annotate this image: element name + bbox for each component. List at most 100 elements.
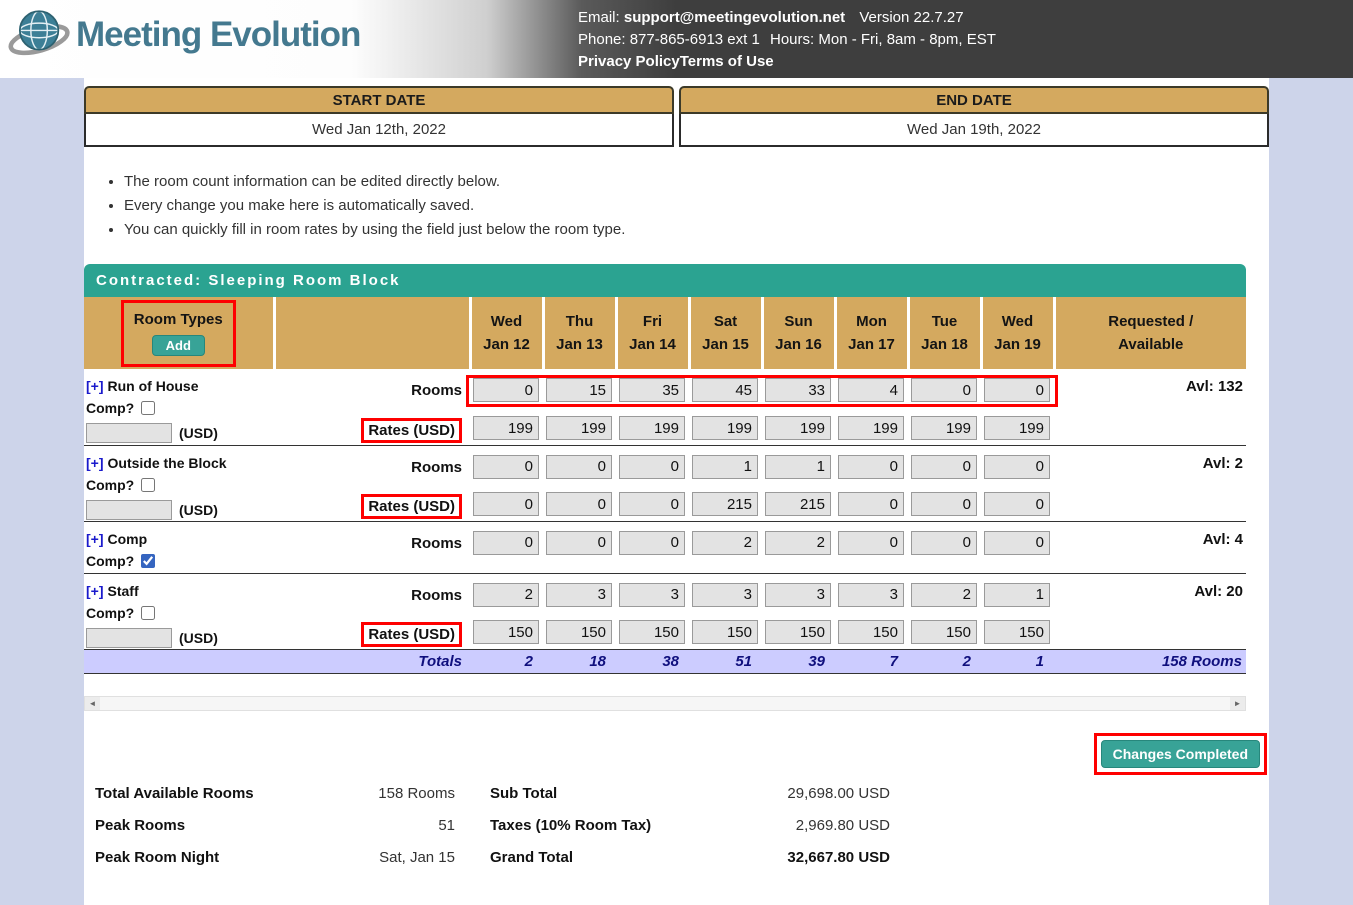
- room-count-input[interactable]: [765, 455, 831, 479]
- room-count-input[interactable]: [473, 455, 539, 479]
- room-count-input[interactable]: [692, 583, 758, 607]
- globe-icon: [8, 6, 72, 64]
- room-rate-input[interactable]: [911, 416, 977, 440]
- room-count-input[interactable]: [546, 583, 612, 607]
- room-rate-input[interactable]: [765, 416, 831, 440]
- summary-value: Sat, Jan 15: [379, 849, 455, 866]
- room-rate-input[interactable]: [473, 620, 539, 644]
- room-rate-input[interactable]: [984, 620, 1050, 644]
- support-email-link[interactable]: support@meetingevolution.net: [624, 9, 845, 26]
- room-rate-input[interactable]: [619, 492, 685, 516]
- room-count-input[interactable]: [911, 531, 977, 555]
- expand-room-type-link[interactable]: [+]: [86, 378, 104, 394]
- room-rate-input[interactable]: [984, 492, 1050, 516]
- privacy-policy-link[interactable]: Privacy Policy: [578, 53, 680, 70]
- available-count: Avl: 132: [1054, 369, 1246, 445]
- total-count: 39: [762, 649, 835, 673]
- comp-checkbox[interactable]: [141, 478, 155, 492]
- rate-fill-input[interactable]: [86, 423, 172, 443]
- comp-checkbox[interactable]: [141, 554, 155, 568]
- room-count-input[interactable]: [911, 378, 977, 402]
- room-count-input[interactable]: [692, 531, 758, 555]
- available-count: Avl: 2: [1054, 445, 1246, 521]
- room-rate-input[interactable]: [546, 492, 612, 516]
- terms-of-use-link[interactable]: Terms of Use: [680, 53, 774, 70]
- room-rate-input[interactable]: [473, 492, 539, 516]
- day-dow: Sun: [764, 310, 834, 333]
- room-rate-input[interactable]: [692, 416, 758, 440]
- rooms-row-label: Rooms: [411, 382, 462, 399]
- room-rate-input[interactable]: [619, 620, 685, 644]
- room-rate-input[interactable]: [911, 620, 977, 644]
- room-count-input[interactable]: [473, 378, 539, 402]
- day-dow: Wed: [472, 310, 542, 333]
- room-rate-input[interactable]: [838, 492, 904, 516]
- expand-room-type-link[interactable]: [+]: [86, 583, 104, 599]
- room-rate-input[interactable]: [473, 416, 539, 440]
- scroll-left-arrow-icon[interactable]: ◄: [85, 697, 100, 710]
- room-rate-input[interactable]: [838, 620, 904, 644]
- hours-label: Hours:: [770, 31, 814, 48]
- room-rate-input[interactable]: [765, 620, 831, 644]
- room-count-input[interactable]: [984, 583, 1050, 607]
- room-rate-input[interactable]: [838, 416, 904, 440]
- room-count-input[interactable]: [546, 378, 612, 402]
- total-count: 38: [616, 649, 689, 673]
- rate-fill-input[interactable]: [86, 628, 172, 648]
- room-count-input[interactable]: [765, 583, 831, 607]
- room-count-input[interactable]: [473, 583, 539, 607]
- horizontal-scrollbar[interactable]: ◄ ►: [84, 696, 1246, 711]
- room-count-input[interactable]: [984, 378, 1050, 402]
- add-room-type-button[interactable]: Add: [152, 335, 205, 356]
- room-count-input[interactable]: [765, 531, 831, 555]
- room-rate-input[interactable]: [765, 492, 831, 516]
- day-date: Jan 12: [472, 333, 542, 356]
- room-count-input[interactable]: [984, 455, 1050, 479]
- room-count-input[interactable]: [619, 455, 685, 479]
- usd-label: (USD): [179, 630, 218, 646]
- changes-completed-button[interactable]: Changes Completed: [1101, 740, 1260, 768]
- room-count-input[interactable]: [619, 583, 685, 607]
- room-count-input[interactable]: [838, 531, 904, 555]
- rate-fill-input[interactable]: [86, 500, 172, 520]
- summary-row: Total Available Rooms158 Rooms: [95, 785, 455, 802]
- room-rate-input[interactable]: [911, 492, 977, 516]
- room-count-input[interactable]: [911, 583, 977, 607]
- expand-room-type-link[interactable]: [+]: [86, 531, 104, 547]
- room-rate-input[interactable]: [692, 492, 758, 516]
- room-rate-input[interactable]: [692, 620, 758, 644]
- day-date: Jan 17: [837, 333, 907, 356]
- room-count-input[interactable]: [984, 531, 1050, 555]
- room-count-input[interactable]: [546, 455, 612, 479]
- summary-row: Grand Total32,667.80 USD: [490, 849, 890, 866]
- scroll-right-arrow-icon[interactable]: ►: [1230, 697, 1245, 710]
- room-count-input[interactable]: [692, 378, 758, 402]
- room-rate-input[interactable]: [546, 416, 612, 440]
- expand-room-type-link[interactable]: [+]: [86, 455, 104, 471]
- comp-checkbox[interactable]: [141, 401, 155, 415]
- room-count-input[interactable]: [546, 531, 612, 555]
- room-count-input[interactable]: [619, 378, 685, 402]
- room-count-input[interactable]: [765, 378, 831, 402]
- total-count: 1: [981, 649, 1054, 673]
- room-rate-input[interactable]: [619, 416, 685, 440]
- room-count-input[interactable]: [838, 455, 904, 479]
- room-count-input[interactable]: [838, 583, 904, 607]
- header-contact-info: Email: support@meetingevolution.net Vers…: [578, 7, 996, 73]
- block-title: Contracted: Sleeping Room Block: [96, 272, 401, 289]
- day-date: Jan 18: [910, 333, 980, 356]
- day-dow: Mon: [837, 310, 907, 333]
- room-count-input[interactable]: [838, 378, 904, 402]
- room-count-input[interactable]: [473, 531, 539, 555]
- room-block-table: Room Types Add WedJan 12 ThuJan 13 FriJa…: [84, 297, 1246, 674]
- end-date-header: END DATE: [679, 86, 1269, 114]
- room-rate-input[interactable]: [546, 620, 612, 644]
- changes-row: Changes Completed: [84, 733, 1269, 775]
- room-count-input[interactable]: [692, 455, 758, 479]
- room-rate-input[interactable]: [984, 416, 1050, 440]
- total-count: 7: [835, 649, 908, 673]
- room-count-input[interactable]: [911, 455, 977, 479]
- comp-checkbox[interactable]: [141, 606, 155, 620]
- totals-row: Totals 2 18 38 51 39 7 2 1 158 Rooms: [84, 649, 1246, 673]
- room-count-input[interactable]: [619, 531, 685, 555]
